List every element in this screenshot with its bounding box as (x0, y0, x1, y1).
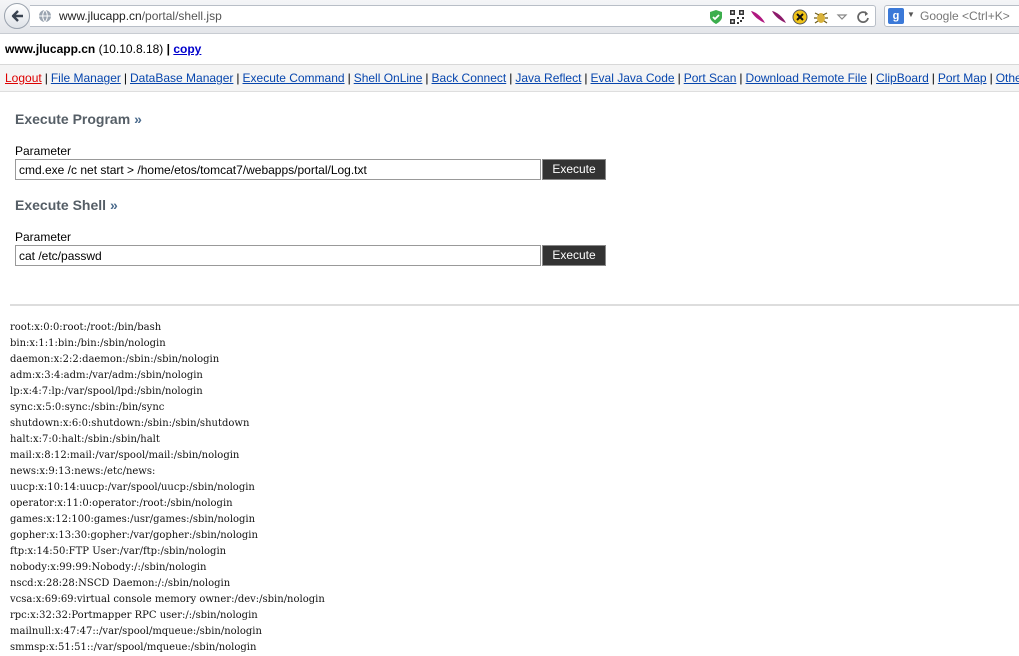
x-addon-icon[interactable] (792, 9, 808, 25)
nav-file-manager[interactable]: File Manager (51, 71, 121, 85)
output-line: vcsa:x:69:69:virtual console memory owne… (10, 594, 325, 605)
browser-toolbar: www.jlucapp.cn/portal/shell.jsp g ▼ Goog… (0, 0, 1019, 34)
output-line: smmsp:x:51:51::/var/spool/mqueue:/sbin/n… (10, 642, 257, 653)
nav-clipboard[interactable]: ClipBoard (876, 71, 929, 85)
program-parameter-label: Parameter (15, 144, 72, 158)
nav-download-remote-file[interactable]: Download Remote File (746, 71, 867, 85)
execute-program-button[interactable]: Execute (542, 159, 606, 180)
bug-icon[interactable] (813, 9, 829, 25)
copy-link[interactable]: copy (173, 42, 201, 56)
feather-icon[interactable] (771, 9, 787, 25)
output-line: games:x:12:100:games:/usr/games:/sbin/no… (10, 514, 256, 525)
output-line: adm:x:3:4:adm:/var/adm:/sbin/nologin (10, 370, 203, 381)
output-line: sync:x:5:0:sync:/sbin:/bin/sync (10, 402, 165, 413)
nav-database-manager[interactable]: DataBase Manager (130, 71, 233, 85)
output-line: news:x:9:13:news:/etc/news: (10, 466, 156, 477)
output-line: mailnull:x:47:47::/var/spool/mqueue:/sbi… (10, 626, 262, 637)
output-line: root:x:0:0:root:/root:/bin/bash (10, 322, 162, 333)
url-host: www.jlucapp.cn (59, 9, 142, 23)
output-line: mail:x:8:12:mail:/var/spool/mail:/sbin/n… (10, 450, 240, 461)
url-text: www.jlucapp.cn/portal/shell.jsp (59, 9, 222, 23)
output-divider (10, 304, 1019, 306)
output-line: lp:x:4:7:lp:/var/spool/lpd:/sbin/nologin (10, 386, 203, 397)
address-bar[interactable]: www.jlucapp.cn/portal/shell.jsp (30, 5, 876, 27)
output-line: shutdown:x:6:0:shutdown:/sbin:/sbin/shut… (10, 418, 250, 429)
output-line: operator:x:11:0:operator:/root:/sbin/nol… (10, 498, 233, 509)
output-line: ftp:x:14:50:FTP User:/var/ftp:/sbin/nolo… (10, 546, 227, 557)
output-line: uucp:x:10:14:uucp:/var/spool/uucp:/sbin/… (10, 482, 255, 493)
back-arrow-icon (11, 10, 23, 22)
globe-icon (39, 9, 51, 23)
back-button[interactable] (4, 3, 30, 29)
qr-code-icon[interactable] (729, 9, 745, 25)
execute-shell-button[interactable]: Execute (542, 245, 606, 266)
nav-others[interactable]: Others (996, 71, 1019, 85)
program-parameter-input[interactable] (15, 159, 541, 180)
execute-program-title-text: Execute Program (15, 111, 131, 127)
nav-java-reflect[interactable]: Java Reflect (515, 71, 581, 85)
menu-bar: Logout | File Manager | DataBase Manager | Exe… (0, 65, 1019, 92)
search-engine-dropdown-icon[interactable]: ▼ (907, 10, 915, 19)
host-ip: (10.10.8.18) (98, 42, 164, 56)
command-output: root:x:0:0:root:/root:/bin/bash bin:x:1:1… (10, 320, 325, 656)
nav-port-scan[interactable]: Port Scan (684, 71, 737, 85)
output-line: nscd:x:28:28:NSCD Daemon:/:/sbin/nologin (10, 578, 231, 589)
nav-shell-online[interactable]: Shell OnLine (354, 71, 423, 85)
dropdown-arrow-icon[interactable] (834, 9, 850, 25)
output-line: gopher:x:13:30:gopher:/var/gopher:/sbin/… (10, 530, 258, 541)
search-placeholder: Google <Ctrl+K> (920, 9, 1010, 23)
output-line: halt:x:7:0:halt:/sbin:/sbin/halt (10, 434, 160, 445)
execute-program-title: Execute Program » (15, 111, 142, 127)
output-line: bin:x:1:1:bin:/bin:/sbin/nologin (10, 338, 166, 349)
shell-parameter-label: Parameter (15, 230, 72, 244)
shell-parameter-input[interactable] (15, 245, 541, 266)
url-path: /portal/shell.jsp (141, 9, 222, 23)
raquo-glyph: » (134, 111, 142, 127)
reload-icon[interactable] (855, 9, 871, 25)
nav-eval-java-code[interactable]: Eval Java Code (591, 71, 675, 85)
feather-icon[interactable] (750, 9, 766, 25)
host-info-line: www.jlucapp.cn (10.10.8.18) | copy (5, 42, 201, 56)
raquo-glyph: » (109, 197, 118, 213)
search-box[interactable]: g ▼ Google <Ctrl+K> (884, 5, 1019, 27)
host-name: www.jlucapp.cn (5, 42, 96, 56)
output-line: daemon:x:2:2:daemon:/sbin:/sbin/nologin (10, 354, 220, 365)
shield-check-icon[interactable] (708, 9, 724, 25)
output-line: nobody:x:99:99:Nobody:/:/sbin/nologin (10, 562, 207, 573)
nav-execute-command[interactable]: Execute Command (243, 71, 345, 85)
execute-shell-title: Execute Shell » (15, 197, 118, 213)
nav-back-connect[interactable]: Back Connect (432, 71, 507, 85)
addon-icons (708, 8, 871, 25)
output-line: rpc:x:32:32:Portmapper RPC user:/:/sbin/… (10, 610, 258, 621)
google-search-engine-icon[interactable]: g (888, 8, 904, 24)
nav-port-map[interactable]: Port Map (938, 71, 987, 85)
execute-shell-title-text: Execute Shell (15, 197, 107, 213)
nav-logout[interactable]: Logout (5, 71, 42, 85)
host-separator: | (166, 42, 170, 56)
